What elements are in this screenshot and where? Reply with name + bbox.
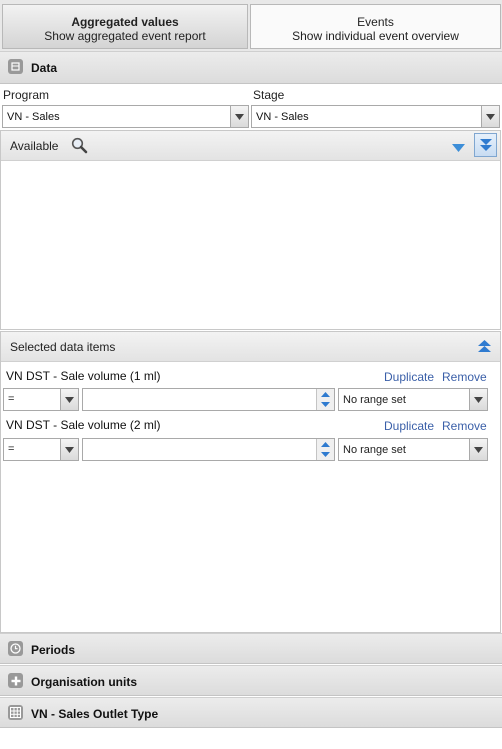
program-select[interactable]: VN - Sales (2, 105, 249, 128)
plus-icon (8, 673, 23, 688)
periods-section-header[interactable]: Periods (0, 633, 502, 664)
select-all-icon[interactable] (474, 133, 497, 157)
selected-label: Selected data items (10, 340, 116, 354)
data-item-title: VN DST - Sale volume (2 ml) (6, 418, 161, 432)
duplicate-link[interactable]: Duplicate (384, 370, 434, 384)
stage-value: VN - Sales (256, 111, 309, 123)
range-value: No range set (343, 394, 406, 406)
grid-icon (8, 705, 23, 720)
range-select[interactable]: No range set (338, 438, 488, 461)
stepper-down-icon[interactable] (317, 449, 334, 459)
data-icon (8, 59, 23, 74)
remove-link[interactable]: Remove (442, 419, 487, 433)
program-value: VN - Sales (7, 111, 60, 123)
tab-aggregated-values[interactable]: Aggregated values Show aggregated event … (2, 4, 248, 49)
chevron-down-icon (469, 439, 487, 460)
section-title: VN - Sales Outlet Type (31, 707, 159, 721)
stepper-down-icon[interactable] (317, 399, 334, 409)
value-stepper[interactable] (316, 389, 334, 410)
org-units-section-header[interactable]: Organisation units (0, 665, 502, 696)
deselect-all-icon[interactable] (478, 339, 491, 357)
stepper-up-icon[interactable] (317, 439, 334, 449)
chevron-down-icon (469, 389, 487, 410)
range-select[interactable]: No range set (338, 388, 488, 411)
outlet-type-section-header[interactable]: VN - Sales Outlet Type (0, 697, 502, 728)
stage-select[interactable]: VN - Sales (251, 105, 500, 128)
operator-value: = (8, 443, 15, 455)
search-icon[interactable] (71, 137, 88, 157)
operator-select[interactable]: = (3, 438, 79, 461)
value-input[interactable] (82, 438, 335, 461)
collapse-arrow-icon[interactable] (452, 141, 465, 155)
program-label: Program (3, 88, 50, 102)
section-title: Data (31, 61, 58, 75)
chevron-down-icon (230, 106, 248, 127)
available-label: Available (10, 139, 59, 153)
available-toolbar: Available (1, 131, 500, 161)
tab-subtitle: Show aggregated event report (44, 29, 206, 43)
value-stepper[interactable] (316, 439, 334, 460)
range-value: No range set (343, 444, 406, 456)
selected-toolbar: Selected data items (1, 332, 500, 362)
tab-title: Events (357, 15, 394, 29)
clock-icon (8, 641, 23, 656)
tab-subtitle: Show individual event overview (292, 29, 459, 43)
chevron-down-icon (481, 106, 499, 127)
remove-link[interactable]: Remove (442, 370, 487, 384)
operator-value: = (8, 393, 15, 405)
section-title: Periods (31, 643, 76, 657)
stepper-up-icon[interactable] (317, 389, 334, 399)
data-item-title: VN DST - Sale volume (1 ml) (6, 369, 161, 383)
report-type-tabs: Aggregated values Show aggregated event … (0, 0, 502, 51)
chevron-down-icon (60, 439, 78, 460)
duplicate-link[interactable]: Duplicate (384, 419, 434, 433)
chevron-down-icon (60, 389, 78, 410)
tab-events[interactable]: Events Show individual event overview (250, 4, 501, 49)
section-title: Organisation units (31, 675, 138, 689)
tab-title: Aggregated values (71, 15, 179, 29)
value-input[interactable] (82, 388, 335, 411)
operator-select[interactable]: = (3, 388, 79, 411)
stage-label: Stage (253, 88, 285, 102)
data-section-header[interactable]: Data (0, 51, 502, 84)
